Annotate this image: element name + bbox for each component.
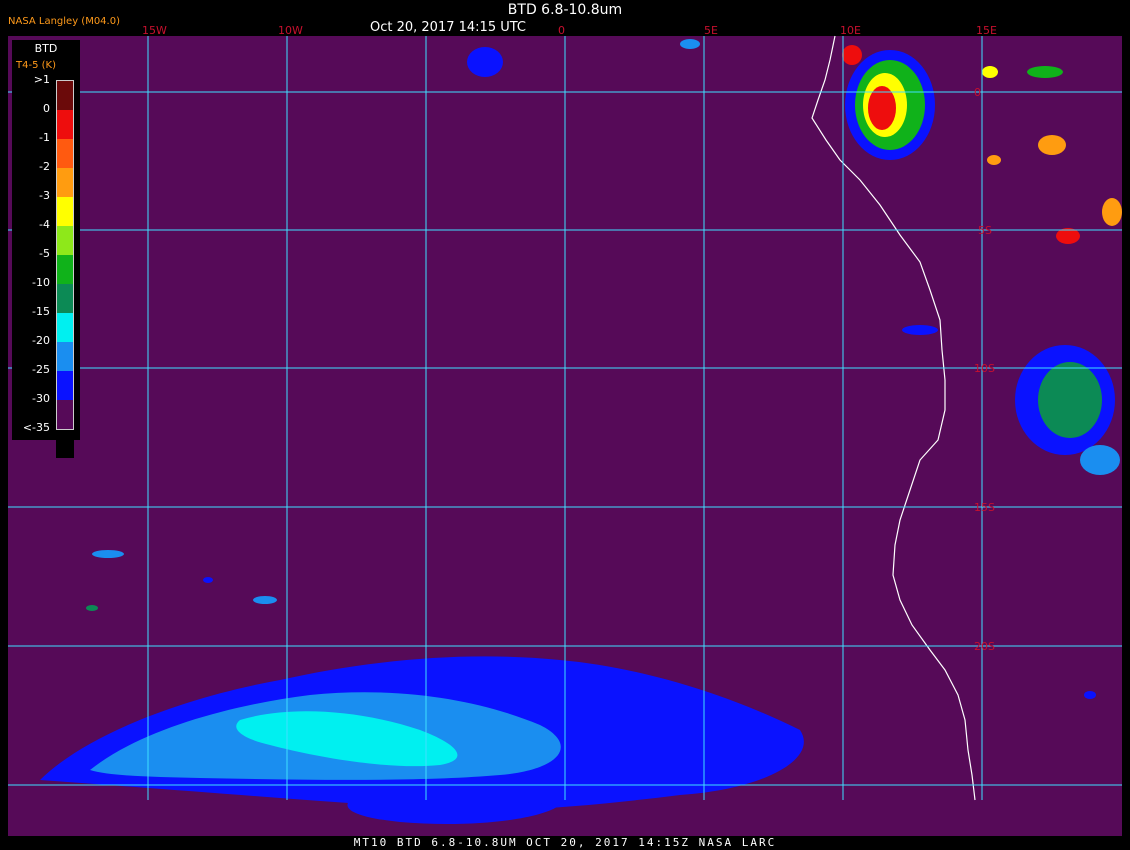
legend-label: -25: [32, 363, 50, 376]
legend-swatch: [56, 429, 74, 458]
legend-label: -4: [39, 218, 50, 231]
lat-label-15s: 15S: [974, 501, 995, 514]
datetime-label: Oct 20, 2017 14:15 UTC: [370, 20, 526, 35]
legend-label: -5: [39, 247, 50, 260]
lat-label-5s: 5S: [978, 224, 992, 237]
lon-label-10w: 10W: [278, 24, 303, 37]
legend-label: >1: [33, 73, 50, 86]
legend-label: <-35: [22, 421, 50, 434]
lat-label-20s: 20S: [974, 640, 995, 653]
legend-label: -2: [39, 160, 50, 173]
legend-label: 0: [43, 102, 50, 115]
legend-title: BTD: [34, 42, 58, 55]
legend-label: -30: [32, 392, 50, 405]
product-title: BTD 6.8-10.8um: [507, 2, 623, 18]
satellite-map: 15W 10W 0 5E 10E 15E 0 5S 10S 15S 20S: [8, 24, 1122, 836]
lon-label-0: 0: [558, 24, 565, 37]
lat-label-0: 0: [974, 86, 981, 99]
footer-caption: MT10 BTD 6.8-10.8UM OCT 20, 2017 14:15Z …: [353, 836, 777, 849]
lon-label-15e: 15E: [976, 24, 997, 37]
lat-label-10s: 10S: [974, 362, 995, 375]
lon-label-5e: 5E: [704, 24, 718, 37]
lon-label-10e: 10E: [840, 24, 861, 37]
legend-label: -20: [32, 334, 50, 347]
legend-label: -1: [39, 131, 50, 144]
legend-label: -10: [32, 276, 50, 289]
color-legend: BTD T4-5 (K) >1 0 -1 -2 -3 -4 -5 -10 -15 -20 -25 -3…: [12, 40, 80, 458]
legend-label: -15: [32, 305, 50, 318]
legend-subtitle: T4-5 (K): [16, 60, 56, 71]
lon-label-15w: 15W: [142, 24, 167, 37]
legend-frame: [56, 80, 74, 430]
legend-label: -3: [39, 189, 50, 202]
